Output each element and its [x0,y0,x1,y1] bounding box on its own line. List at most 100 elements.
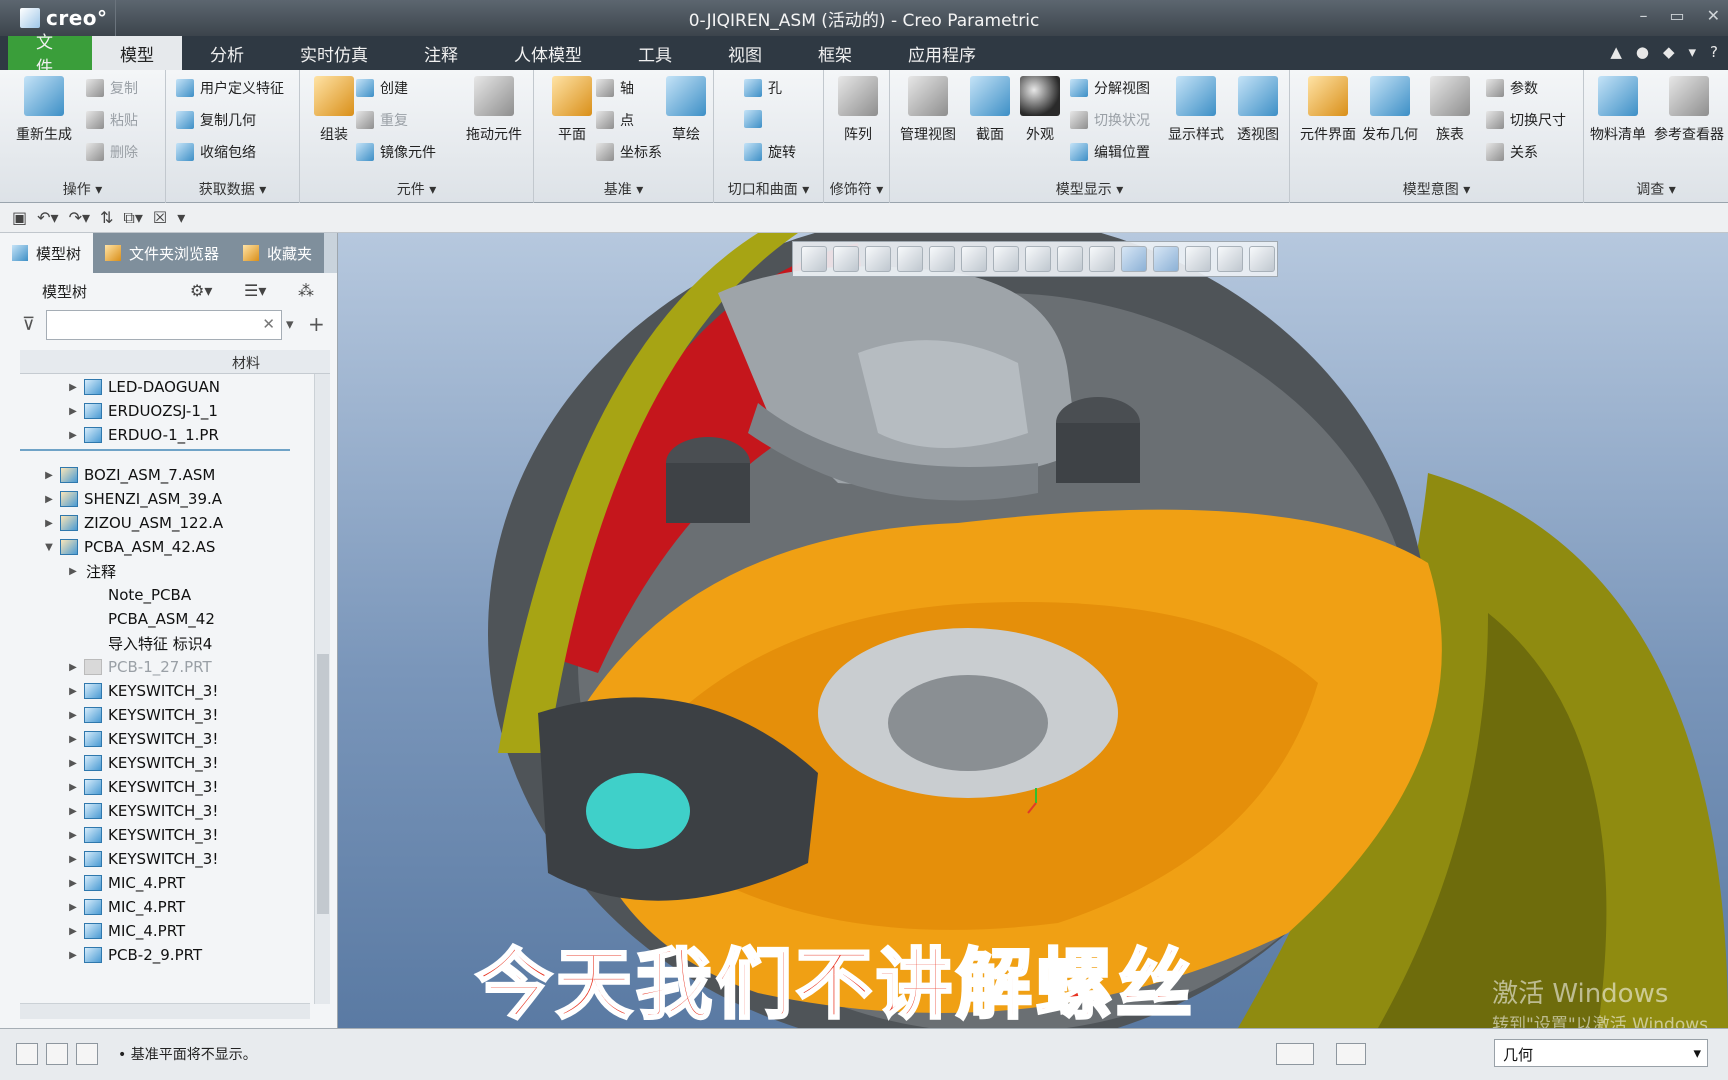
publish-geometry-button[interactable]: 发布几何 [1356,76,1424,144]
redo-icon[interactable]: ↷▾ [69,208,90,227]
expand-icon[interactable]: ▶ [66,926,80,937]
tree-item[interactable]: ▶ KEYSWITCH_3! [20,702,310,728]
datum-display-icon[interactable] [1089,246,1115,272]
spin-center-icon[interactable] [1121,246,1147,272]
tree-item[interactable]: ▶ BOZI_ASM_7.ASM [20,462,310,488]
collapse-icon[interactable]: ▼ [42,542,56,553]
tab-model-tree[interactable]: 模型树 [0,233,94,273]
collapse-ribbon-icon[interactable]: ▲ [1610,43,1622,61]
expand-icon[interactable]: ▶ [66,566,80,577]
tree-item[interactable]: Note_PCBA [20,582,310,608]
hole-button[interactable]: 孔 [744,78,782,98]
maximize-icon[interactable]: ▭ [1669,6,1684,25]
pause-icon[interactable] [1217,246,1243,272]
expand-icon[interactable]: ▶ [66,430,80,441]
tab-analysis[interactable]: 分析 [182,36,272,70]
explode-view-button[interactable]: 分解视图 [1070,78,1150,98]
sketch-button[interactable]: 草绘 [652,76,720,144]
tree-item[interactable]: ▶ ERDUO-1_1.PR [20,422,310,448]
clear-icon[interactable]: ✕ [262,315,275,333]
copy-geometry-button[interactable]: 复制几何 [176,110,256,130]
expand-icon[interactable]: ▶ [66,686,80,697]
parameters-button[interactable]: 参数 [1486,78,1538,98]
add-icon[interactable]: + [308,312,325,336]
tab-file[interactable]: 文件 [8,33,92,78]
perspective-button[interactable]: 透视图 [1224,76,1292,144]
browser-toggle-icon[interactable] [46,1043,68,1065]
tab-model[interactable]: 模型 [92,36,182,70]
edit-position-button[interactable]: 编辑位置 [1070,142,1150,162]
zoom-out-icon[interactable] [865,246,891,272]
tab-applications[interactable]: 应用程序 [880,36,1004,70]
learning-icon[interactable]: ◆ [1663,43,1675,61]
tab-view[interactable]: 视图 [700,36,790,70]
repaint-icon[interactable] [897,246,923,272]
show-icon[interactable]: ☰▾ [244,281,266,300]
copy-button[interactable]: 复制 [86,78,138,98]
tree-horizontal-scrollbar[interactable] [20,1003,310,1019]
group-label-modifiers[interactable]: 修饰符 ▾ [824,179,889,199]
relations-button[interactable]: 关系 [1486,142,1538,162]
tree-item[interactable]: ▶ MIC_4.PRT [20,870,310,896]
refit-icon[interactable] [801,246,827,272]
tree-filter-icon[interactable]: ⁂ [298,281,314,300]
tree-toggle-icon[interactable] [16,1043,38,1065]
delete-button[interactable]: 删除 [86,142,138,162]
tree-item[interactable]: ▶ KEYSWITCH_3! [20,726,310,752]
expand-icon[interactable]: ▶ [66,406,80,417]
insert-here-marker[interactable] [20,449,290,451]
regenerate-small-icon[interactable]: ⇅ [100,208,113,227]
tab-live-simulation[interactable]: 实时仿真 [272,36,396,70]
expand-icon[interactable]: ▶ [66,782,80,793]
save-icon[interactable]: ▣ [12,208,27,227]
tree-item[interactable]: ▶ KEYSWITCH_3! [20,678,310,704]
expand-icon[interactable]: ▶ [66,854,80,865]
find-icon[interactable] [1276,1043,1314,1065]
search-icon[interactable]: ● [1636,43,1649,61]
tree-item[interactable]: ▼ PCBA_ASM_42.AS [20,534,310,560]
tree-item[interactable]: PCBA_ASM_42 [20,606,310,632]
point-button[interactable]: 点 [596,110,634,130]
tree-item[interactable]: ▶ KEYSWITCH_3! [20,774,310,800]
saved-orientations-icon[interactable] [961,246,987,272]
tree-item[interactable]: ▶ PCB-2_9.PRT [20,942,310,968]
csys-button[interactable]: 坐标系 [596,142,662,162]
bom-button[interactable]: 物料清单 [1584,76,1652,144]
create-button[interactable]: 创建 [356,78,408,98]
tree-scrollbar[interactable] [314,374,330,1004]
windows-icon[interactable]: ⧉▾ [123,208,142,228]
tab-annotate[interactable]: 注释 [396,36,486,70]
annotation-display-icon[interactable] [1153,246,1179,272]
tree-item[interactable]: ▶ MIC_4.PRT [20,894,310,920]
tree-item[interactable]: ▶ 注释 [20,558,310,584]
expand-icon[interactable]: ▶ [66,902,80,913]
paste-button[interactable]: 粘贴 [86,110,138,130]
expand-icon[interactable]: ▶ [42,494,56,505]
help-icon[interactable]: ? [1710,43,1718,61]
regenerate-button[interactable]: 重新生成 [10,76,78,144]
expand-icon[interactable]: ▶ [42,470,56,481]
appearance-button[interactable]: 外观 [1006,76,1074,144]
column-material[interactable]: 材料 [232,353,260,373]
tree-item[interactable]: ▶ KEYSWITCH_3! [20,822,310,848]
expand-icon[interactable]: ▶ [66,758,80,769]
repeat-button[interactable]: 重复 [356,110,408,130]
tree-scroll-thumb[interactable] [317,654,329,914]
tree-item[interactable]: ▶ LED-DAOGUAN [20,374,310,400]
drag-component-button[interactable]: 拖动元件 [460,76,528,144]
group-label-get-data[interactable]: 获取数据 ▾ [166,179,299,199]
group-label-component[interactable]: 元件 ▾ [300,179,533,199]
tree-item[interactable]: ▶ KEYSWITCH_3! [20,750,310,776]
group-label-investigate[interactable]: 调查 ▾ [1584,179,1728,199]
tree-item[interactable]: ▶ KEYSWITCH_3! [20,846,310,872]
filter-dropdown-icon[interactable]: ▾ [1693,1044,1701,1062]
filter-icon[interactable]: ⊽ [22,314,35,335]
udf-button[interactable]: 用户定义特征 [176,78,284,98]
tree-item[interactable]: ▶ ERDUOZSJ-1_1 [20,398,310,424]
fullscreen-icon[interactable] [76,1043,98,1065]
pattern-button[interactable]: 阵列 [824,76,892,144]
tab-framework[interactable]: 框架 [790,36,880,70]
view-manager-icon[interactable] [993,246,1019,272]
tab-tools[interactable]: 工具 [610,36,700,70]
display-style-button[interactable]: 显示样式 [1162,76,1230,144]
